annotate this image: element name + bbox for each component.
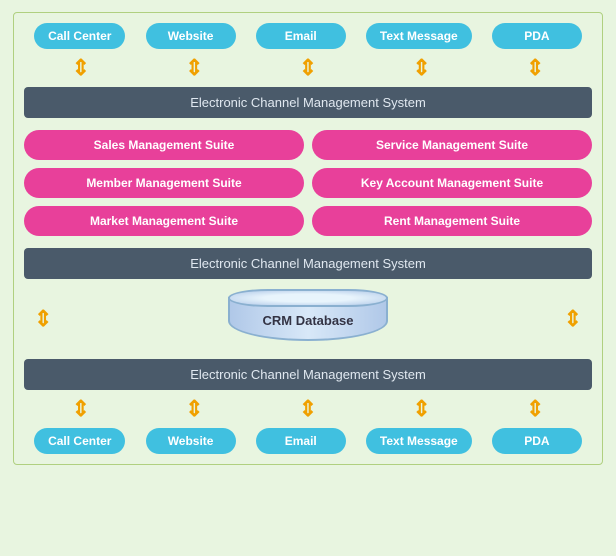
arrow-right-mid: ⇕ [564,308,582,330]
top-email[interactable]: Email [256,23,346,49]
suite-rent[interactable]: Rent Management Suite [312,206,592,236]
bottom-arrow-row: ⇕ ⇕ ⇕ ⇕ ⇕ [24,396,592,422]
bar-1: Electronic Channel Management System [24,87,592,118]
suite-sales[interactable]: Sales Management Suite [24,130,304,160]
top-website[interactable]: Website [146,23,236,49]
bar-3: Electronic Channel Management System [24,359,592,390]
arrow-3: ⇕ [299,57,317,79]
suite-market[interactable]: Market Management Suite [24,206,304,236]
crm-container: CRM Database [228,289,388,349]
bottom-pda[interactable]: PDA [492,428,582,454]
top-call-center[interactable]: Call Center [34,23,125,49]
bar-2: Electronic Channel Management System [24,248,592,279]
arrow-b2: ⇕ [185,398,203,420]
arrow-4: ⇕ [412,57,430,79]
arrow-left-mid: ⇕ [34,308,52,330]
middle-section: ⇕ CRM Database ⇕ [24,285,592,353]
arrow-1: ⇕ [72,57,90,79]
left-middle-arrow: ⇕ [34,308,52,330]
arrow-b1: ⇕ [72,398,90,420]
arrow-b3: ⇕ [299,398,317,420]
right-middle-arrow: ⇕ [564,308,582,330]
bottom-text-message[interactable]: Text Message [366,428,472,454]
suite-service[interactable]: Service Management Suite [312,130,592,160]
top-arrow-row: ⇕ ⇕ ⇕ ⇕ ⇕ [24,55,592,81]
suite-key-account[interactable]: Key Account Management Suite [312,168,592,198]
bottom-call-center[interactable]: Call Center [34,428,125,454]
bottom-website[interactable]: Website [146,428,236,454]
top-channel-row: Call Center Website Email Text Message P… [24,23,592,49]
suite-grid: Sales Management Suite Service Managemen… [24,124,592,242]
arrow-2: ⇕ [185,57,203,79]
arrow-b4: ⇕ [412,398,430,420]
top-text-message[interactable]: Text Message [366,23,472,49]
bottom-email[interactable]: Email [256,428,346,454]
top-pda[interactable]: PDA [492,23,582,49]
arrow-b5: ⇕ [526,398,544,420]
cylinder-top [228,289,388,307]
bottom-channel-row: Call Center Website Email Text Message P… [24,428,592,454]
suite-member[interactable]: Member Management Suite [24,168,304,198]
arrow-5: ⇕ [526,57,544,79]
main-container: Call Center Website Email Text Message P… [13,12,603,465]
crm-cylinder: CRM Database [228,289,388,349]
crm-label: CRM Database [262,313,353,328]
